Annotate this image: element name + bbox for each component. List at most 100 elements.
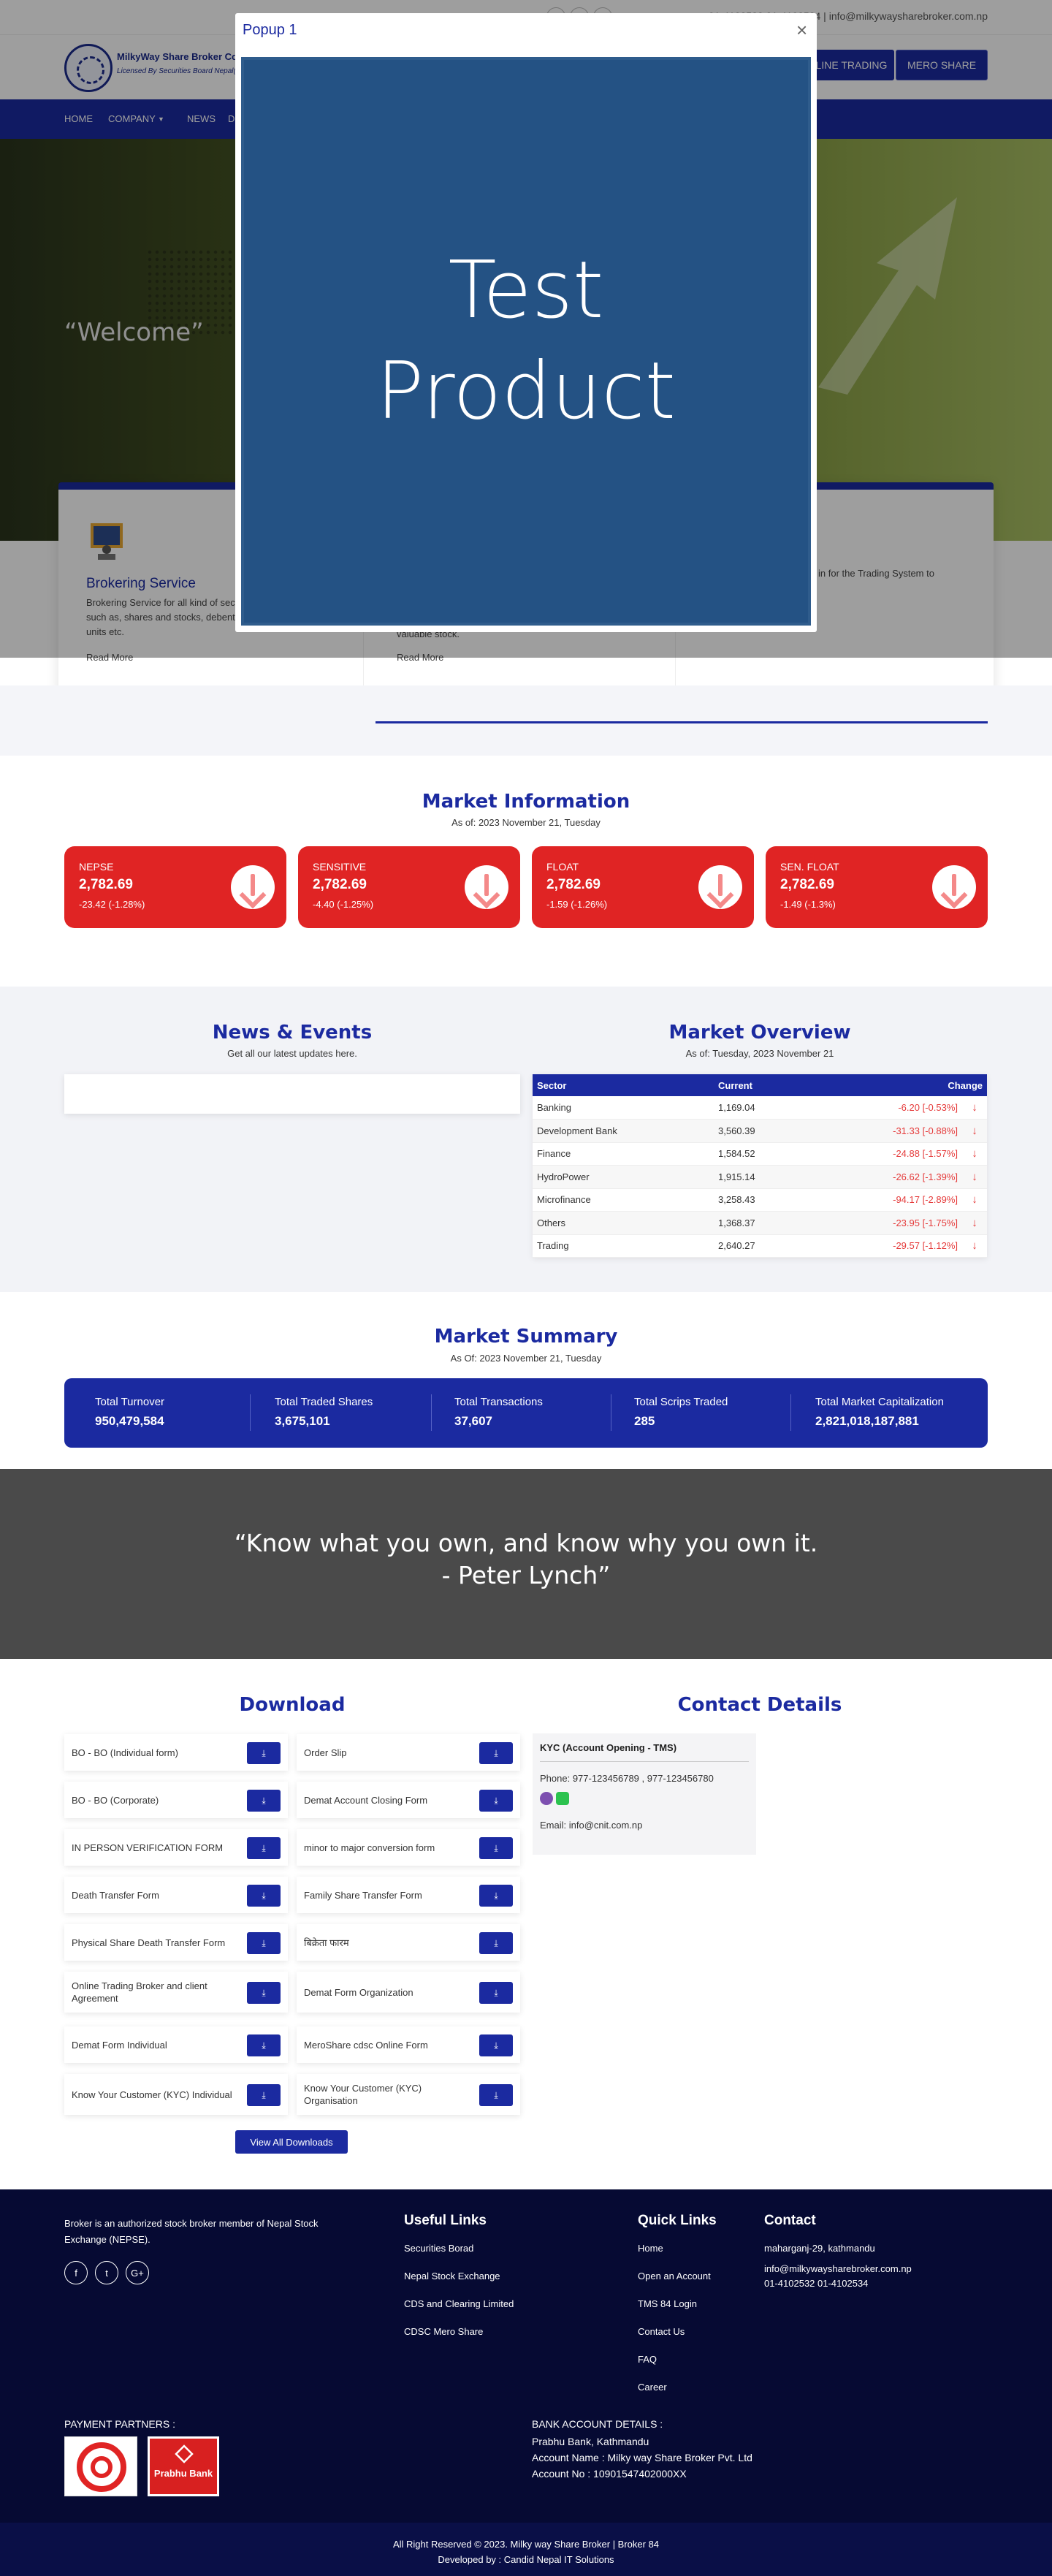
footer-email[interactable]: info@milkywaysharebroker.com.np — [764, 2261, 912, 2277]
index-card-sensitive[interactable]: SENSITIVE 2,782.69 -4.40 (-1.25%) — [298, 846, 520, 928]
table-row: Trading 2,640.27 -29.57 [-1.12%] ↓ — [533, 1234, 987, 1258]
close-icon[interactable]: × — [796, 20, 807, 39]
download-label: बिक्रेता फारम — [304, 1937, 349, 1948]
download-item: Demat Form Organization ⤓ — [297, 1972, 520, 2013]
col-change: Change — [816, 1074, 987, 1096]
table-row: Microfinance 3,258.43 -94.17 [-2.89%] ↓ — [533, 1188, 987, 1212]
bank-details-title: BANK ACCOUNT DETAILS : — [532, 2418, 663, 2430]
download-icon[interactable]: ⤓ — [479, 1982, 513, 2004]
footer-link[interactable]: CDS and Clearing Limited — [404, 2296, 514, 2312]
sector-change: -26.62 [-1.39%] — [816, 1165, 962, 1189]
market-summary-panel — [64, 1378, 988, 1448]
sector-name: Development Bank — [533, 1119, 714, 1143]
footer-link[interactable]: FAQ — [638, 2352, 657, 2368]
download-label: BO - BO (Individual form) — [72, 1747, 178, 1758]
download-label: minor to major conversion form — [304, 1842, 435, 1853]
sector-name: Finance — [533, 1142, 714, 1166]
footer-link[interactable]: CDSC Mero Share — [404, 2324, 483, 2340]
index-card-float[interactable]: FLOAT 2,782.69 -1.59 (-1.26%) — [532, 846, 754, 928]
popup-title: Popup 1 — [243, 22, 297, 38]
sector-name: Others — [533, 1211, 714, 1235]
copyright: All Right Reserved © 2023. Milky way Sha… — [392, 2539, 660, 2550]
download-icon[interactable]: ⤓ — [247, 2084, 281, 2106]
contact-details-title: Contact Details — [677, 1694, 842, 1716]
market-overview-title: Market Overview — [668, 1022, 851, 1044]
sector-name: Microfinance — [533, 1188, 714, 1212]
sector-change: -24.88 [-1.57%] — [816, 1142, 962, 1166]
download-icon[interactable]: ⤓ — [479, 2034, 513, 2056]
download-icon[interactable]: ⤓ — [479, 2084, 513, 2106]
whatsapp-icon[interactable] — [556, 1792, 569, 1805]
bank-name: Prabhu Bank, Kathmandu — [532, 2436, 649, 2447]
footer-link[interactable]: TMS 84 Login — [638, 2296, 697, 2312]
popup-image[interactable]: Test Product — [241, 57, 811, 626]
partner-emblem-icon — [77, 2442, 126, 2492]
summary-divider — [790, 1394, 791, 1431]
facebook-icon[interactable]: f — [64, 2261, 88, 2284]
download-icon[interactable]: ⤓ — [247, 1837, 281, 1859]
footer-link[interactable]: Nepal Stock Exchange — [404, 2268, 500, 2284]
footer-link[interactable]: Securities Borad — [404, 2241, 473, 2257]
download-item: BO - BO (Individual form) ⤓ — [64, 1734, 288, 1771]
arrow-down-icon — [698, 865, 742, 909]
download-icon[interactable]: ⤓ — [479, 1885, 513, 1907]
sector-change: -6.20 [-0.53%] — [816, 1096, 962, 1120]
sector-current: 1,915.14 — [714, 1165, 816, 1189]
download-icon[interactable]: ⤓ — [479, 1742, 513, 1764]
download-item: MeroShare cdsc Online Form ⤓ — [297, 2026, 520, 2063]
twitter-icon[interactable]: t — [95, 2261, 118, 2284]
payment-partners-title: PAYMENT PARTNERS : — [64, 2418, 175, 2430]
download-label: Know Your Customer (KYC) Individual — [72, 2089, 232, 2100]
download-icon[interactable]: ⤓ — [247, 1790, 281, 1812]
index-change: -23.42 (-1.28%) — [79, 899, 145, 910]
index-card-sen-float[interactable]: SEN. FLOAT 2,782.69 -1.49 (-1.3%) — [766, 846, 988, 928]
download-icon[interactable]: ⤓ — [479, 1837, 513, 1859]
quick-links-title: Quick Links — [638, 2213, 717, 2228]
view-all-downloads-button[interactable]: View All Downloads — [235, 2130, 348, 2154]
footer-link[interactable]: Career — [638, 2379, 667, 2395]
sector-current: 3,258.43 — [714, 1188, 816, 1212]
index-change: -1.59 (-1.26%) — [546, 899, 608, 910]
kyc-phone: Phone: 977-123456789 , 977-123456780 — [540, 1773, 714, 1784]
download-item: Family Share Transfer Form ⤓ — [297, 1877, 520, 1913]
summary-label: Total Market Capitalization — [815, 1396, 944, 1408]
download-icon[interactable]: ⤓ — [247, 1742, 281, 1764]
summary-divider — [250, 1394, 251, 1431]
summary-label: Total Traded Shares — [275, 1396, 373, 1408]
arrow-down-icon — [932, 865, 976, 909]
arrow-down-icon: ↓ — [962, 1096, 987, 1120]
google-plus-icon[interactable]: G+ — [126, 2261, 149, 2284]
download-label: Know Your Customer (KYC) Organisation — [304, 2083, 422, 2106]
download-label: Demat Account Closing Form — [304, 1794, 428, 1806]
download-icon[interactable]: ⤓ — [247, 1885, 281, 1907]
index-value: 2,782.69 — [313, 877, 367, 892]
index-value: 2,782.69 — [780, 877, 834, 892]
arrow-down-icon: ↓ — [962, 1142, 987, 1166]
summary-divider — [431, 1394, 432, 1431]
footer-link[interactable]: Home — [638, 2241, 663, 2257]
footer-link[interactable]: Open an Account — [638, 2268, 711, 2284]
sector-change: -94.17 [-2.89%] — [816, 1188, 962, 1212]
col-current: Current — [714, 1074, 816, 1096]
sector-change: -23.95 [-1.75%] — [816, 1211, 962, 1235]
download-item: Demat Account Closing Form ⤓ — [297, 1782, 520, 1818]
sector-name: Banking — [533, 1096, 714, 1120]
download-icon[interactable]: ⤓ — [247, 1982, 281, 2004]
index-name: NEPSE — [79, 861, 114, 873]
download-item: IN PERSON VERIFICATION FORM ⤓ — [64, 1829, 288, 1866]
download-icon[interactable]: ⤓ — [479, 1932, 513, 1954]
download-icon[interactable]: ⤓ — [247, 2034, 281, 2056]
footer-link[interactable]: Contact Us — [638, 2324, 685, 2340]
partner-name: Prabhu Bank — [153, 2468, 213, 2479]
download-icon[interactable]: ⤓ — [479, 1790, 513, 1812]
index-value: 2,782.69 — [546, 877, 601, 892]
sector-current: 3,560.39 — [714, 1119, 816, 1143]
download-icon[interactable]: ⤓ — [247, 1932, 281, 1954]
viber-icon[interactable] — [540, 1792, 553, 1805]
index-card-nepse[interactable]: NEPSE 2,782.69 -23.42 (-1.28%) — [64, 846, 286, 928]
summary-value: 3,675,101 — [275, 1414, 330, 1428]
prabhu-bank-logo[interactable]: Prabhu Bank — [148, 2436, 219, 2496]
payment-partner-logo[interactable] — [64, 2436, 137, 2496]
news-title: News & Events — [212, 1022, 373, 1044]
table-row: Banking 1,169.04 -6.20 [-0.53%] ↓ — [533, 1096, 987, 1120]
